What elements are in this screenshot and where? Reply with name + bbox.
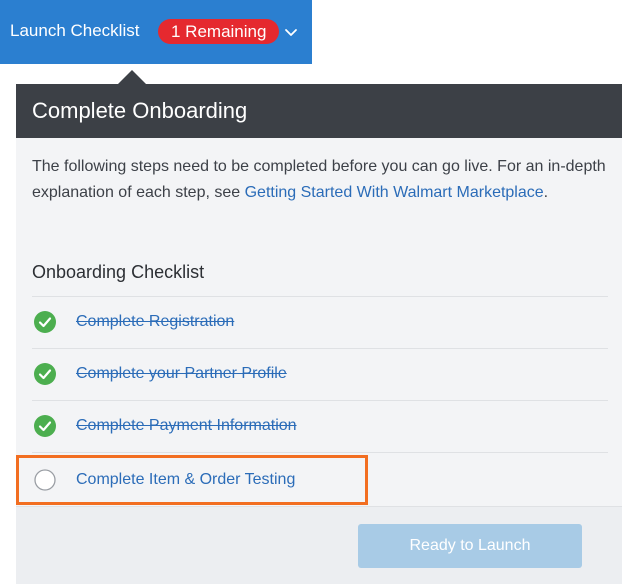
check-circle-icon	[34, 363, 56, 385]
panel-title: Complete Onboarding	[32, 98, 248, 123]
chevron-down-icon[interactable]	[284, 26, 298, 40]
panel-footer: Ready to Launch	[16, 506, 622, 584]
checklist-item-label[interactable]: Complete your Partner Profile	[76, 362, 287, 386]
check-circle-icon	[34, 311, 56, 333]
highlight-box	[16, 455, 368, 505]
onboarding-panel: Complete Onboarding The following steps …	[16, 84, 622, 584]
intro-end: .	[543, 184, 549, 201]
checklist-item-registration[interactable]: Complete Registration	[32, 296, 608, 348]
check-circle-icon	[34, 415, 56, 437]
checklist-item-payment[interactable]: Complete Payment Information	[32, 400, 608, 452]
intro-paragraph: The following steps need to be completed…	[32, 154, 612, 206]
divider	[32, 452, 608, 453]
panel-pointer	[118, 70, 146, 84]
checklist-item-label[interactable]: Complete Payment Information	[76, 414, 297, 438]
getting-started-link[interactable]: Getting Started With Walmart Marketplace	[245, 184, 544, 201]
checklist-heading: Onboarding Checklist	[32, 262, 205, 282]
remaining-count-badge[interactable]: 1 Remaining	[158, 19, 280, 44]
launch-checklist-bar[interactable]: Launch Checklist 1 Remaining	[0, 0, 312, 64]
ready-to-launch-button[interactable]: Ready to Launch	[358, 524, 582, 568]
panel-header: Complete Onboarding	[16, 84, 622, 138]
checklist-item-partner-profile[interactable]: Complete your Partner Profile	[32, 348, 608, 400]
checklist-item-label[interactable]: Complete Registration	[76, 310, 234, 334]
launch-checklist-title[interactable]: Launch Checklist	[10, 20, 139, 42]
